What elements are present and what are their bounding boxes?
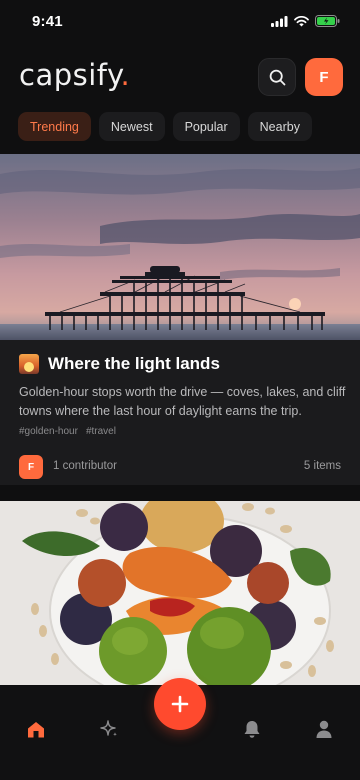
nav-explore[interactable] bbox=[94, 714, 124, 744]
home-icon bbox=[28, 721, 44, 737]
card-cover-image bbox=[0, 154, 360, 340]
fruit-plate-image bbox=[0, 501, 360, 685]
sunset-pier-image bbox=[0, 154, 360, 340]
wifi-icon bbox=[294, 15, 309, 26]
battery-icon bbox=[315, 15, 340, 27]
app-header: capsify. F bbox=[0, 52, 360, 104]
card-footer: F 1 contributor 5 items bbox=[19, 455, 341, 479]
filter-tab-popular[interactable]: Popular bbox=[172, 112, 240, 141]
logo-dot: . bbox=[120, 58, 131, 92]
tag-travel[interactable]: #travel bbox=[86, 426, 116, 437]
card-title: Where the light lands bbox=[48, 354, 220, 373]
sparkle-icon bbox=[100, 720, 117, 737]
status-icons bbox=[271, 15, 340, 27]
search-icon bbox=[269, 69, 285, 85]
filter-tab-nearby[interactable]: Nearby bbox=[247, 112, 312, 141]
status-time: 9:41 bbox=[32, 13, 63, 30]
app-logo[interactable]: capsify. bbox=[19, 58, 130, 92]
tag-golden-hour[interactable]: #golden-hour bbox=[19, 426, 78, 437]
signal-icon bbox=[271, 15, 288, 27]
contributor-count: 1 contributor bbox=[53, 460, 117, 472]
nav-profile[interactable] bbox=[309, 714, 339, 744]
second-collection-image[interactable] bbox=[0, 501, 360, 685]
contributor-avatar: F bbox=[19, 455, 43, 479]
avatar-initial: F bbox=[319, 68, 329, 86]
user-icon bbox=[316, 720, 332, 738]
nav-notifications[interactable] bbox=[237, 714, 267, 744]
nav-home[interactable] bbox=[21, 714, 51, 744]
bottom-navigation bbox=[0, 678, 360, 780]
sunset-icon bbox=[19, 354, 39, 374]
logo-text: capsify bbox=[19, 58, 121, 92]
status-bar: 9:41 bbox=[0, 0, 360, 44]
plus-icon bbox=[171, 695, 189, 713]
item-count: 5 items bbox=[303, 460, 341, 472]
card-description: Golden-hour stops worth the drive — cove… bbox=[19, 385, 346, 418]
profile-avatar-button[interactable]: F bbox=[305, 58, 343, 96]
collection-card[interactable]: Where the light lands Golden-hour stops … bbox=[0, 154, 360, 485]
filter-tab-newest[interactable]: Newest bbox=[98, 112, 165, 141]
card-title-row: Where the light lands bbox=[19, 354, 220, 374]
search-button[interactable] bbox=[258, 58, 296, 96]
bell-icon bbox=[244, 721, 260, 738]
filter-tab-trending[interactable]: Trending bbox=[18, 112, 91, 141]
add-button[interactable] bbox=[154, 678, 206, 730]
card-tags: #golden-hour #travel bbox=[19, 426, 116, 437]
filter-tabs: Trending Newest Popular Nearby bbox=[18, 112, 312, 141]
